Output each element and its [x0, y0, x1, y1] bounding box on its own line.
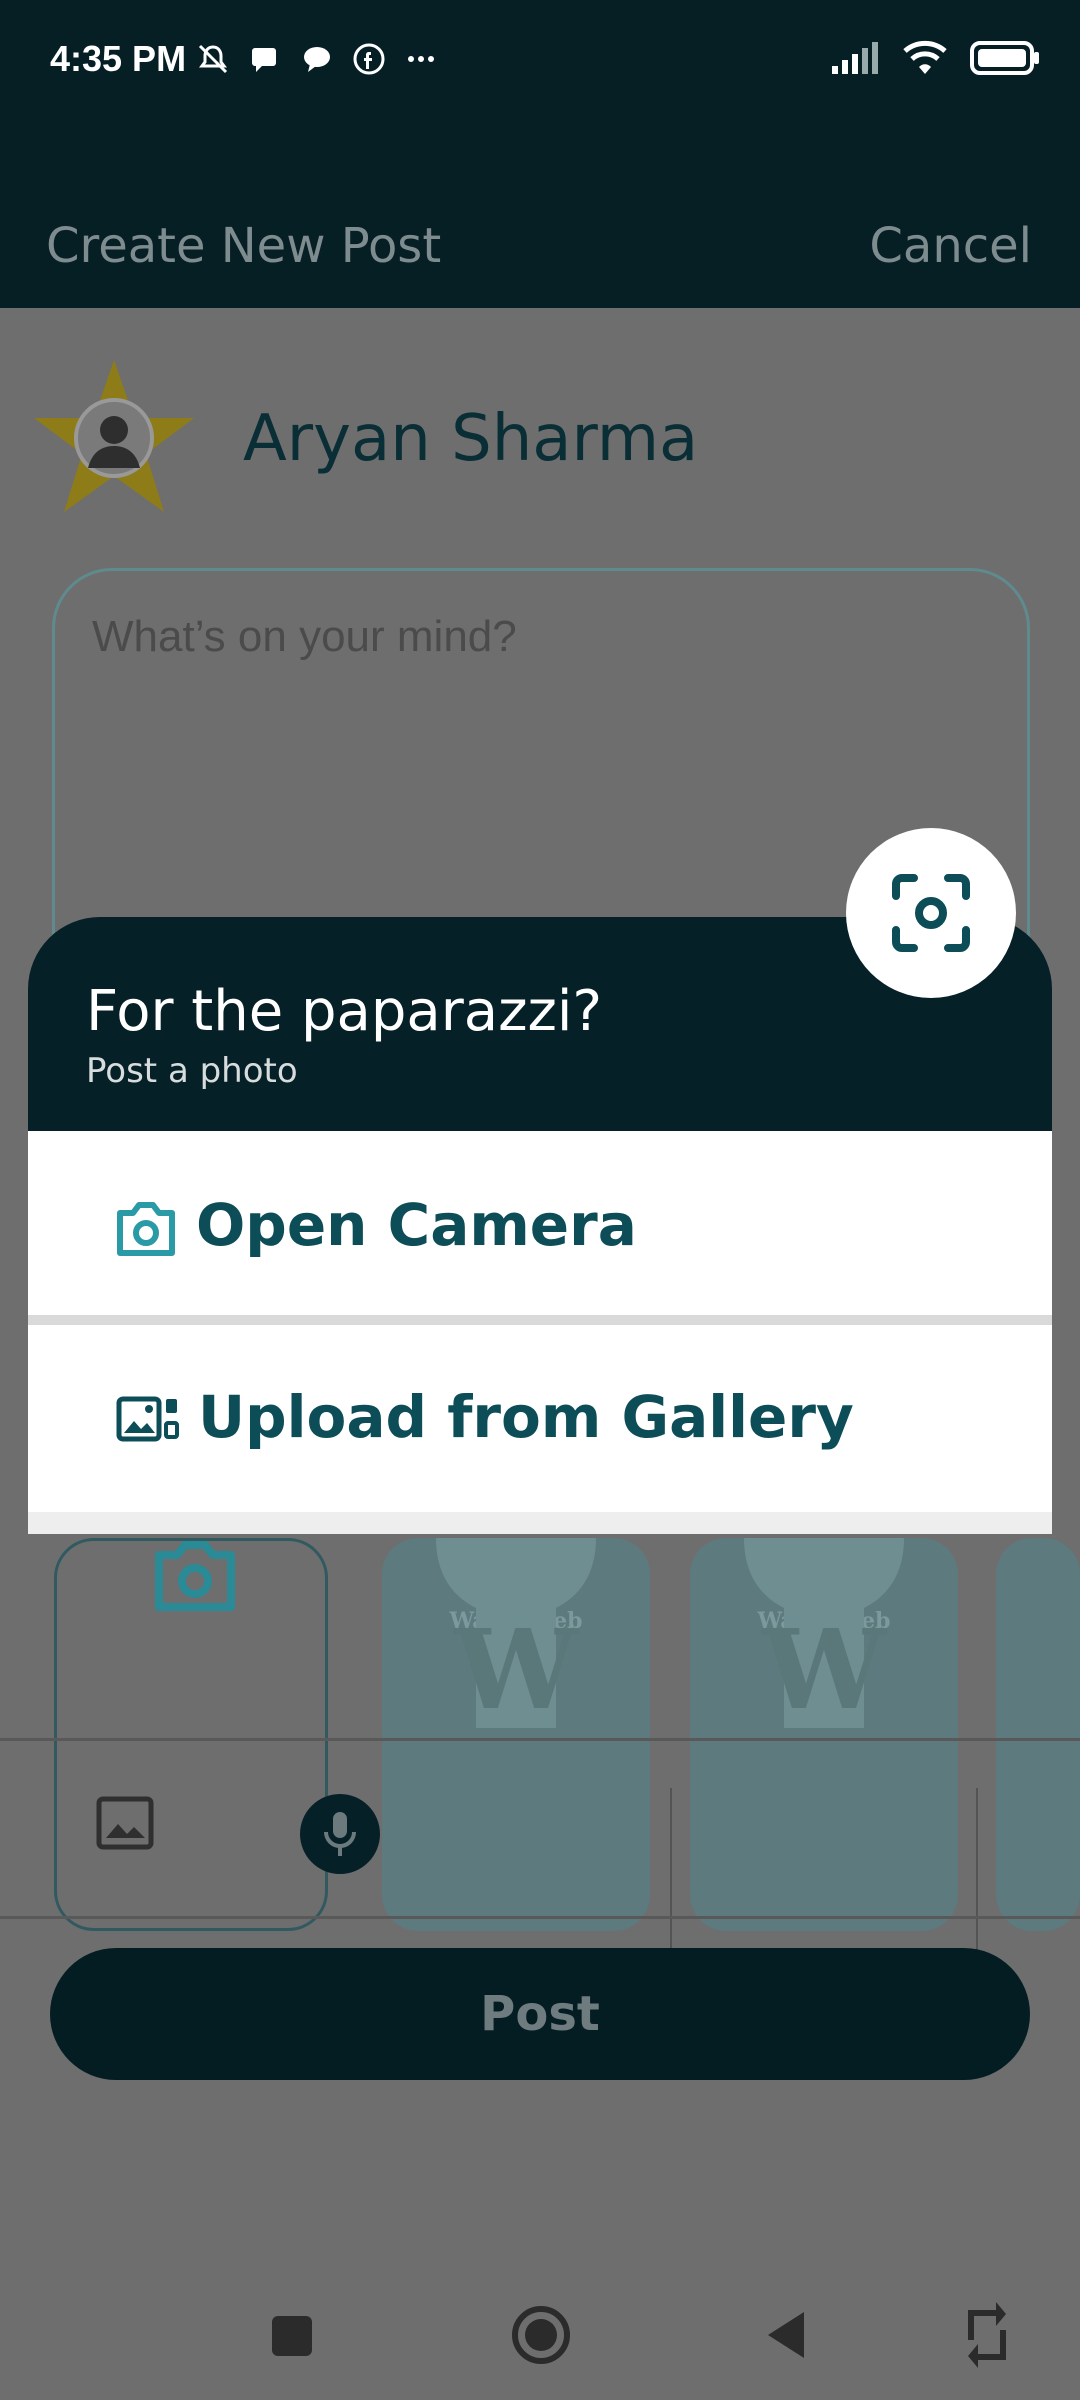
open-camera-label: Open Camera: [196, 1191, 637, 1259]
svg-text:W: W: [761, 1605, 887, 1734]
microphone-icon: [324, 1812, 356, 1856]
page-title: Create New Post: [46, 218, 442, 274]
walkofweb-logo-icon: W: [436, 1538, 596, 1734]
home-circle-icon[interactable]: [506, 2300, 576, 2370]
star-avatar-icon[interactable]: [30, 356, 198, 516]
status-time: 4:35 PM: [50, 38, 187, 79]
status-left-icons: [196, 42, 438, 76]
image-icon[interactable]: [96, 1796, 154, 1850]
battery-icon: [970, 41, 1039, 75]
sheet-footer: [28, 1512, 1052, 1534]
sheet-subtitle: Post a photo: [86, 1051, 298, 1091]
back-triangle-icon[interactable]: [756, 2302, 822, 2368]
app-header: 4:35 PM Create New Post Cancel: [0, 0, 1080, 308]
photo-options-sheet: For the paparazzi? Post a photo Open Cam…: [28, 917, 1052, 1534]
rotate-icon[interactable]: [954, 2302, 1020, 2368]
facebook-icon: [353, 43, 385, 75]
open-camera-option[interactable]: Open Camera: [28, 1131, 1052, 1315]
upload-gallery-option[interactable]: Upload from Gallery: [28, 1325, 1052, 1512]
system-nav-bar: [0, 2270, 1080, 2400]
upload-gallery-label: Upload from Gallery: [198, 1383, 854, 1451]
sheet-title: For the paparazzi?: [86, 979, 603, 1044]
message-icon: [252, 48, 276, 72]
signal-icon: [832, 42, 878, 74]
add-photo-tile[interactable]: [54, 1538, 328, 1931]
status-bar: 4:35 PM: [0, 0, 1080, 120]
scan-camera-icon: [892, 874, 970, 952]
user-name: Aryan Sharma: [243, 402, 699, 476]
cancel-button[interactable]: Cancel: [869, 218, 1032, 274]
wifi-icon: [903, 40, 947, 74]
media-thumbnail[interactable]: Walkofweb W: [690, 1538, 958, 1931]
recents-square-icon[interactable]: [258, 2302, 324, 2368]
walkofweb-logo-icon: W: [744, 1538, 904, 1734]
gallery-icon: [116, 1396, 179, 1442]
microphone-button[interactable]: [300, 1794, 380, 1874]
section-divider: [0, 1738, 1080, 1741]
muted-icon: [198, 44, 228, 74]
option-divider: [28, 1315, 1052, 1325]
media-thumbnail[interactable]: [996, 1538, 1080, 1931]
svg-text:W: W: [453, 1605, 579, 1734]
section-divider: [0, 1916, 1080, 1919]
media-thumbnail[interactable]: Walkofweb W: [382, 1538, 650, 1931]
scan-camera-button[interactable]: [846, 828, 1016, 998]
camera-icon: [155, 1541, 235, 1611]
status-right-icons: [830, 40, 1040, 76]
post-button[interactable]: Post: [50, 1948, 1030, 2080]
chat-icon: [304, 47, 330, 72]
more-dots-icon: [408, 56, 434, 62]
post-text-placeholder: What’s on your mind?: [92, 612, 517, 661]
camera-icon: [117, 1202, 175, 1256]
